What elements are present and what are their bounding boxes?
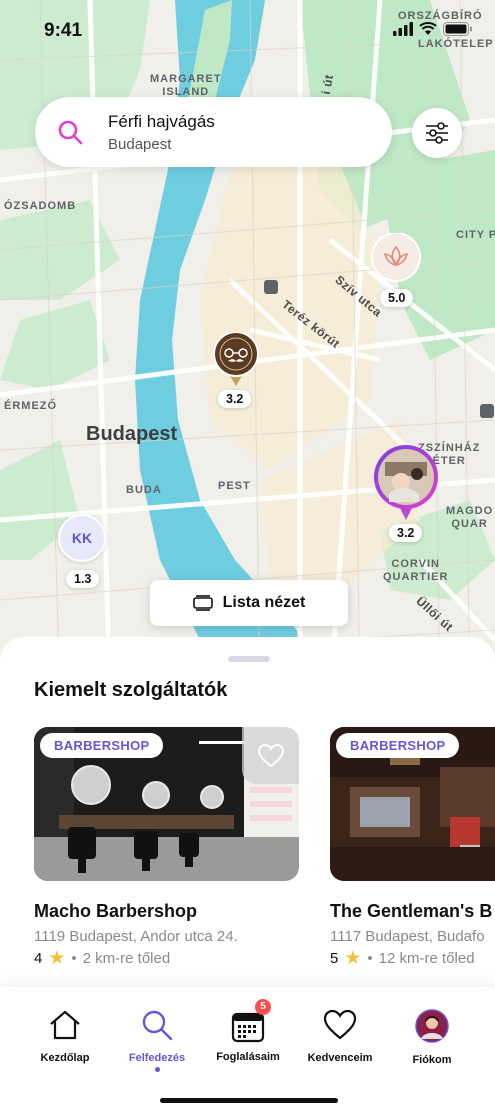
status-time: 9:41	[44, 20, 83, 41]
category-tag: BARBERSHOP	[40, 733, 164, 758]
map-label-ermezo: ÉRMEZŐ	[4, 400, 58, 412]
home-icon	[50, 1010, 80, 1040]
featured-sheet[interactable]: Kiemelt szolgáltatók BARBERSHOP Macho Ba…	[0, 637, 495, 997]
lotus-icon	[371, 232, 421, 282]
category-tag: BARBERSHOP	[336, 733, 460, 758]
pin-rating: 5.0	[380, 289, 414, 307]
map-pin-barber[interactable]: 3.2	[212, 331, 260, 408]
search-icon	[58, 120, 83, 145]
status-bar: 9:41	[0, 0, 495, 60]
separator-dot: •	[367, 950, 373, 967]
provider-name: The Gentleman's B	[330, 901, 493, 921]
tab-label: Felfedezés	[128, 1052, 186, 1064]
active-indicator	[154, 1067, 160, 1072]
provider-address: 1117 Budapest, Budafo	[330, 928, 485, 945]
map-label-budapest: Budapest	[86, 423, 178, 445]
pin-rating: 3.2	[218, 390, 252, 408]
pin-rating: 3.2	[389, 524, 423, 542]
map-label-city: CITY P	[456, 229, 495, 241]
wifi-icon	[419, 22, 437, 35]
search-location: Budapest	[108, 136, 172, 153]
notification-badge: 5	[255, 999, 271, 1015]
list-view-button[interactable]: Lista nézet	[150, 580, 348, 626]
search-icon	[142, 1010, 173, 1041]
avatar	[415, 1009, 449, 1043]
tab-label: Fiókom	[412, 1054, 452, 1066]
map-label-pest: PEST	[218, 480, 251, 492]
heart-icon	[323, 1009, 357, 1040]
sheet-handle[interactable]	[228, 656, 270, 662]
map-pin-lotus[interactable]: 5.0	[370, 232, 422, 307]
search-query: Férfi hajvágás	[108, 112, 215, 131]
tab-label: Foglalásaim	[216, 1051, 280, 1063]
map-label-buda: BUDA	[126, 484, 162, 496]
tab-home[interactable]: Kezdőlap	[20, 1009, 110, 1064]
map-label-magdo: MAGDO QUAR	[446, 505, 494, 530]
initials-avatar: KK	[58, 514, 106, 562]
sheet-title: Kiemelt szolgáltatók	[34, 679, 228, 701]
provider-distance: 12 km-re tőled	[378, 950, 475, 967]
filter-button[interactable]	[412, 108, 462, 158]
tab-bar: Kezdőlap Felfedezés 5 Foglalásaim Kedven…	[0, 987, 495, 1115]
star-icon: ★	[344, 948, 362, 969]
provider-meta: 4 ★ • 2 km-re tőled	[34, 949, 170, 968]
search-bar[interactable]: Férfi hajvágás Budapest	[35, 97, 392, 167]
battery-icon	[443, 22, 472, 36]
tab-explore[interactable]: Felfedezés	[112, 1009, 202, 1072]
star-icon: ★	[48, 948, 66, 969]
provider-meta: 5 ★ • 12 km-re tőled	[330, 949, 475, 968]
map-label-corvin: CORVIN QUARTIER	[383, 558, 449, 583]
tab-label: Kedvenceim	[307, 1052, 373, 1064]
tab-bookings[interactable]: 5 Foglalásaim	[203, 999, 293, 1063]
barber-logo-icon	[213, 331, 259, 386]
tab-favorites[interactable]: Kedvenceim	[295, 1009, 385, 1064]
map-label-margaret-island: MARGARET ISLAND	[150, 73, 222, 98]
tab-account[interactable]: Fiókom	[387, 1009, 477, 1066]
separator-dot: •	[71, 950, 77, 967]
favorite-button[interactable]	[242, 727, 299, 784]
provider-address: 1119 Budapest, Andor utca 24.	[34, 928, 238, 945]
provider-name: Macho Barbershop	[34, 901, 198, 921]
map-pin-initials[interactable]: KK 1.3	[58, 514, 106, 588]
provider-distance: 2 km-re tőled	[82, 950, 171, 967]
pin-rating: 1.3	[66, 570, 100, 588]
home-indicator	[160, 1098, 338, 1103]
list-view-icon	[192, 595, 213, 611]
cellular-signal-icon	[393, 22, 413, 36]
list-view-label: Lista nézet	[222, 594, 306, 611]
provider-rating: 5	[330, 950, 339, 967]
heart-outline-icon	[257, 743, 284, 767]
salon-photo-icon	[374, 445, 438, 520]
map-pin-photo[interactable]: 3.2	[373, 444, 439, 542]
tab-label: Kezdőlap	[40, 1052, 90, 1064]
provider-rating: 4	[34, 950, 43, 967]
filter-sliders-icon	[426, 122, 448, 144]
map-label-ozsadomb: ÓZSADOMB	[4, 200, 77, 212]
